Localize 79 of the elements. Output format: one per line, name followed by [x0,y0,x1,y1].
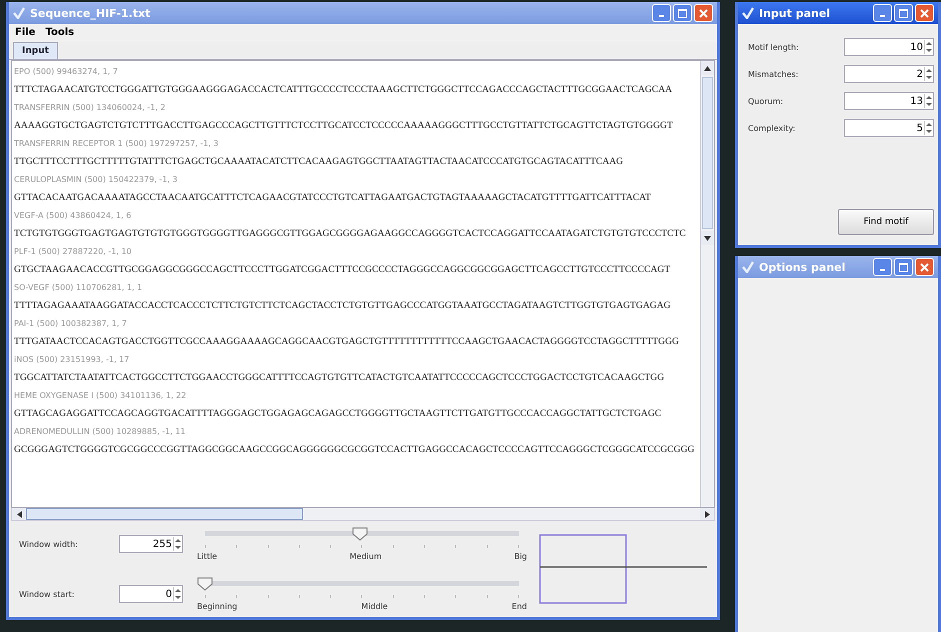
close-icon [699,8,708,18]
maximize-icon [899,8,908,18]
close-button[interactable] [915,4,934,22]
scroll-down-icon[interactable] [701,231,714,246]
control-label: Window width: [19,540,79,549]
sequence-text: TTGCTTTCCTTTGCTTTTTGTATTTCTGAGCTGCAAAATACATCTTCACAAGAGTGGCTTAATAGTTACTAACATCCCATGTGCAGTACATTTCAAG [14,155,624,170]
sequence-header: PAI-1 (500) 100382387, 1, 7 [14,318,128,330]
maximize-button[interactable] [894,4,913,22]
slider-label: Big [514,552,527,562]
field-label: Motif length: [748,42,799,52]
tab[interactable]: Input [13,42,58,60]
minimize-button[interactable] [873,258,892,276]
sequence-text: TTTGATAACTCCACAGTGACCTGGTTCGCCAAAGGAAAAGCAGGCAACGTGAGCTGTTTTTTTTTTTTCCAAGCTGAACACTAGGGGTCCTAGGCTTTTTGGG [14,335,680,350]
close-icon [920,262,929,272]
sequence-header: CERULOPLASMIN (500) 150422379, -1, 3 [14,174,178,186]
control-label: Window start: [19,590,76,599]
check-icon [742,7,754,19]
slider-label: Beginning [197,602,238,612]
sequence-text: GTTACACAATGACAAAATAGCCTAACAATGCATTTCTCAGAACGTATCCCTGTCATTAGAATGACTGTAGTAAAAAGCTACATGTTTTGATTCATTTACAT [14,191,652,206]
window-title: Options panel [759,260,846,274]
spinner-arrows-icon[interactable] [925,121,933,135]
slider-label: Middle [361,602,388,612]
sequence-text: GTTAGCAGAGGATTCCAGCAGGTGACATTTTAGGGAGCTGGAGAGCAGAGCCTGGGGTTGCTAAGTTCTTGATGTTGCCCACCAGGCTATTGCTCTGAGC [14,407,662,422]
spinner-field[interactable]: 13 [844,92,934,110]
scroll-left-icon[interactable] [12,508,26,520]
field-label: Mismatches: [748,70,798,78]
slider-label: Medium [350,552,382,562]
sequence-header: EPO (500) 99463274, 1, 7 [14,66,119,78]
maximize-button[interactable] [673,4,692,22]
maximize-icon [899,262,908,272]
sequence-header: TRANSFERRIN RECEPTOR 1 (500) 197297257, -1, 3 [14,138,220,150]
maximize-icon [678,8,687,18]
minimize-button[interactable] [873,4,892,22]
slider-label: Little [197,552,218,562]
slider-thumb[interactable] [197,577,213,592]
close-icon [920,8,929,18]
spinner-field[interactable]: 2 [844,65,934,83]
scroll-up-icon[interactable] [701,61,714,76]
sequence-header: HEME OXYGENASE I (500) 34101136, 1, 22 [14,390,188,402]
sequence-header: ADRENOMEDULLIN (500) 10289885, -1, 11 [14,426,186,438]
vertical-scrollbar[interactable] [700,61,714,508]
find-motif-button[interactable]: Find motif [838,209,934,235]
sequence-header: iNOS (500) 23151993, -1, 17 [14,354,130,366]
maximize-button[interactable] [894,258,913,276]
sequence-text: TGGCATTATCTAATATTCACTGGCCTTCTGGAACCTGGGCATTTTCCAGTGTGTTCATACTGTCAATATTCCCCCAGCTCCCTGGACTCCTGTCACAAGCTGG [14,371,666,386]
sequence-header: PLF-1 (500) 27887220, -1, 10 [14,246,133,258]
sequence-header: VEGF-A (500) 43860424, 1, 6 [14,210,132,222]
spinner-arrows-icon[interactable] [174,537,182,552]
check-icon [742,261,754,273]
sequence-header: SO-VEGF (500) 110706281, 1, 1 [14,282,144,294]
scroll-right-icon[interactable] [700,508,714,520]
close-button[interactable] [694,4,713,22]
horizontal-scrollbar[interactable] [11,508,715,522]
sequence-text: AAAAGGTGCTGAGTCTGTCTTTGACCTTGAGCCCAGCTTGTTTCTCCTTGCATCCTCCCCCAAAAAGGGCTTTGCCTGTTATTCTGCAGTTCTAGTGTGGGGT [14,119,674,134]
field-label: Complexity: [748,124,796,132]
sequence-header: TRANSFERRIN (500) 134060024, -1, 2 [14,102,166,114]
window-title: Input panel [759,6,830,20]
spinner-field[interactable]: 5 [844,119,934,137]
window-title: Sequence_HIF-1.txt [30,6,150,20]
slider-thumb[interactable] [352,527,368,542]
slider-label: End [512,602,527,612]
spinner-arrows-icon[interactable] [174,587,182,602]
sequence-text: GTGCTAAGAACACCGTTGCGGAGGCGGGCCAGCTTCCCTTGGATCGGACTTTCCGCCCCTAGGGCCAGGCGGCGGAGCTTCAGCCTTGTCCCTTCCCCAGT [14,263,672,278]
spinner-arrows-icon[interactable] [925,40,933,54]
spinner-arrows-icon[interactable] [925,67,933,81]
minimize-button[interactable] [652,4,671,22]
sequence-text: TTTCTAGAACATGTCCTGGGATTGTGGGAAGGGAGACCACTCATTTGCCCCTCCCTAAAGCTTCTGGGCTTCCAGACCCAGCTACTTTGCGGAACTCAGCAA [14,83,674,98]
sequence-text: GCGGGAGTCTGGGGTCGCGGCCCGGTTAGGCGGCAAGCCGGCAGGGGGGCGCGGTCCACTTGAGGCCACAGCTCCCCAGTTCCAGGGCTCGGGCATCCGCGGG [14,443,696,458]
field-label: Quorum: [748,96,784,106]
spinner-field[interactable]: 255 [119,535,183,554]
check-icon [13,7,25,19]
spinner-arrows-icon[interactable] [925,94,933,108]
spinner-field[interactable]: 10 [844,38,934,56]
menu-item[interactable]: File [15,27,36,38]
spinner-field[interactable]: 0 [119,585,183,604]
sequence-text: TTTTAGAGAAATAAGGATACCACCTCACCCTCTTCTGTCTTCTCAGCTACCTCTGTGTTGAGCCCATGGTAAATGCCTAGATAAGTCTTGGTGTGAGTGAGAG [14,299,672,314]
menu-item[interactable]: Tools [45,27,74,38]
close-button[interactable] [915,258,934,276]
sequence-text: TCTGTGTGGGTGAGTGAGTGTGTGTGGGTGGGGTTGAGGGCGTTGGAGCGGGGAGAAGGCCAGGGGTCACTCCAGGATTCCAATAGATCTGTGTGTCCCTCTC [14,227,687,242]
